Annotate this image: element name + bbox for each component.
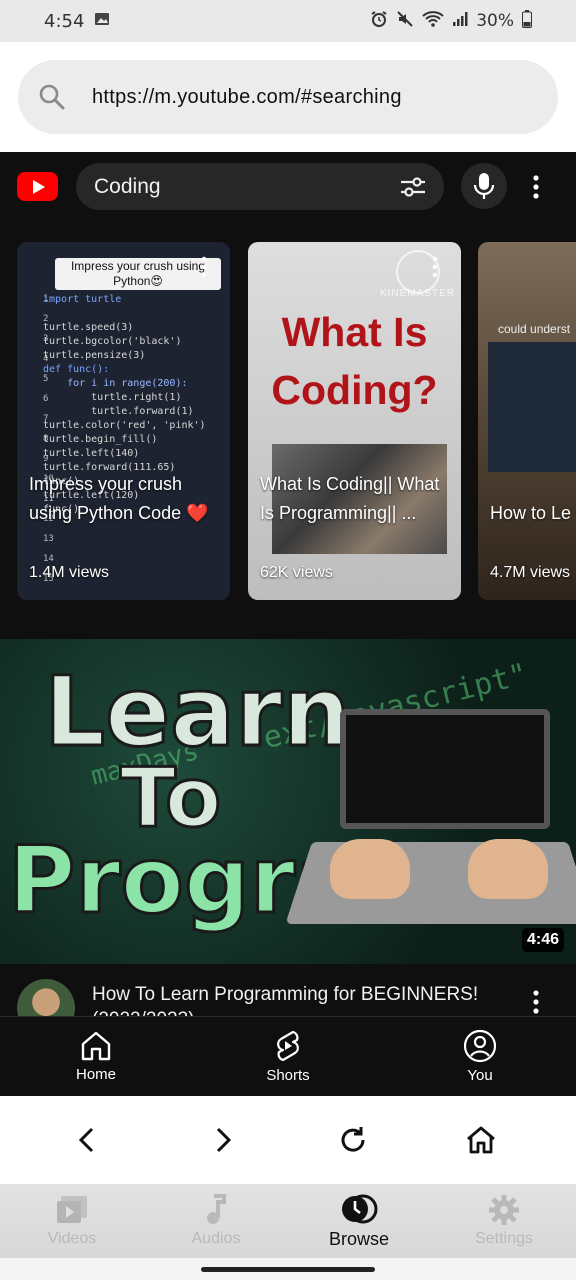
search-icon xyxy=(39,84,65,110)
wifi-icon xyxy=(422,10,444,33)
gallery-icon xyxy=(94,11,110,32)
code-line: turtle.bgcolor('black') xyxy=(43,336,182,347)
chevron-left-icon xyxy=(78,1127,94,1153)
reload-button[interactable] xyxy=(331,1118,375,1162)
laptop-illustration xyxy=(340,709,550,829)
short-title: What Is Coding|| What Is Programming|| .… xyxy=(260,474,440,523)
tab-label: Settings xyxy=(475,1230,533,1247)
code-line: turtle.speed(3) xyxy=(43,322,134,333)
short-thumbnail: 1 2 3 4 5 6 7 8 9 10 11 12 13 14 15 import turtle turt… xyxy=(43,294,206,584)
battery-icon xyxy=(522,9,532,33)
account-icon xyxy=(463,1029,497,1063)
tab-audios[interactable]: Audios xyxy=(176,1184,256,1258)
code-line: for i in range(200): xyxy=(43,378,188,389)
nav-label: Shorts xyxy=(266,1067,310,1084)
browser-nav-bar xyxy=(0,1096,576,1184)
video-meta: How To Learn Programming for BEGINNERS! … xyxy=(0,964,576,1016)
youtube-logo-icon[interactable] xyxy=(17,172,58,201)
short-overlay-caption: Impress your crush using Python😍 xyxy=(55,258,221,290)
tab-videos[interactable]: Videos xyxy=(32,1184,112,1258)
shorts-icon xyxy=(277,1030,299,1062)
home-icon xyxy=(467,1126,495,1154)
tab-label: Browse xyxy=(328,1228,390,1249)
watermark: KINEMASTER xyxy=(380,288,456,299)
browser-home-button[interactable] xyxy=(459,1118,503,1162)
more-vert-icon[interactable] xyxy=(431,256,439,283)
filter-icon[interactable] xyxy=(398,172,428,207)
refresh-icon xyxy=(341,1127,365,1152)
back-button[interactable] xyxy=(65,1118,109,1162)
mute-icon xyxy=(396,10,414,33)
video-title[interactable]: How To Learn Programming for BEGINNERS! … xyxy=(92,982,512,1016)
tab-browse[interactable]: Browse xyxy=(313,1184,405,1258)
browse-history-icon xyxy=(342,1194,378,1223)
signal-icon xyxy=(452,11,468,32)
nav-label: You xyxy=(467,1067,493,1084)
url-text: https://m.youtube.com/#searching xyxy=(92,85,402,108)
short-card[interactable]: could underst How to Le Code 4.7M views xyxy=(478,242,576,600)
code-line: turtle.begin_fill() xyxy=(43,434,158,445)
status-bar: 4:54 30% xyxy=(0,0,576,42)
code-line: def func(): xyxy=(43,364,110,375)
short-views: 1.4M views xyxy=(29,564,110,581)
tab-label: Audios xyxy=(191,1230,241,1247)
chevron-right-icon xyxy=(216,1127,232,1153)
nav-home[interactable]: Home xyxy=(0,1017,192,1096)
youtube-bottom-nav: Home Shorts You xyxy=(0,1016,576,1096)
video-duration: 4:46 xyxy=(521,928,564,952)
youtube-search-query: Coding xyxy=(94,175,161,198)
more-vert-icon[interactable] xyxy=(200,256,208,283)
code-line: turtle.right(1) xyxy=(43,392,182,403)
short-thumbnail xyxy=(488,342,576,472)
music-note-icon xyxy=(207,1194,226,1224)
more-vert-icon[interactable] xyxy=(531,174,541,205)
short-card[interactable]: 1 2 3 4 5 6 7 8 9 10 11 12 13 14 15 import turtle turt… xyxy=(17,242,230,600)
video-thumbnail[interactable]: ext/javascript" maxDays Learn To Program… xyxy=(0,639,576,964)
short-thumb-text: What Is xyxy=(281,309,428,355)
code-line: turtle.left(140) xyxy=(43,448,140,459)
code-line: turtle.color('red', 'pink') xyxy=(43,420,206,431)
short-thumb-text: could underst xyxy=(498,322,571,336)
gesture-handle[interactable] xyxy=(0,1258,576,1280)
more-vert-icon[interactable] xyxy=(531,989,541,1016)
youtube-page: Coding 1 2 3 4 5 6 7 8 9 10 11 12 13 14 15 import turt… xyxy=(0,152,576,1016)
app-bottom-tabs: Videos Audios Browse Settings xyxy=(0,1184,576,1258)
url-bar[interactable]: https://m.youtube.com/#searching xyxy=(18,60,558,134)
forward-button[interactable] xyxy=(201,1118,245,1162)
short-thumb-text: Coding? xyxy=(271,367,438,413)
code-line: turtle.pensize(3) xyxy=(43,350,146,361)
shorts-shelf: 1 2 3 4 5 6 7 8 9 10 11 12 13 14 15 import turtle turt… xyxy=(0,242,576,600)
tab-label: Videos xyxy=(47,1230,97,1247)
browser-toolbar: https://m.youtube.com/#searching xyxy=(0,42,576,152)
short-card[interactable]: KINEMASTER What Is Coding? What Is Codin… xyxy=(248,242,461,600)
status-time: 4:54 xyxy=(44,10,85,32)
short-title: How to Le Code xyxy=(490,503,576,523)
hand-illustration xyxy=(468,839,548,899)
youtube-search-box[interactable]: Coding xyxy=(76,163,444,210)
channel-avatar[interactable] xyxy=(17,979,75,1016)
hand-illustration xyxy=(330,839,410,899)
code-line: turtle.forward(1) xyxy=(43,406,194,417)
voice-search-button[interactable] xyxy=(461,163,507,209)
youtube-header: Coding xyxy=(0,152,576,222)
nav-you[interactable]: You xyxy=(384,1017,576,1096)
short-views: 62K views xyxy=(260,564,333,581)
video-library-icon xyxy=(57,1196,87,1223)
home-icon xyxy=(81,1031,111,1061)
short-title: Impress your crush using Python Code ❤️ xyxy=(29,474,209,523)
tab-settings[interactable]: Settings xyxy=(464,1184,544,1258)
nav-shorts[interactable]: Shorts xyxy=(192,1017,384,1096)
code-line: import turtle xyxy=(43,294,122,305)
short-views: 4.7M views xyxy=(490,564,571,581)
nav-label: Home xyxy=(75,1066,116,1083)
battery-percent: 30% xyxy=(476,11,514,31)
microphone-icon xyxy=(473,173,495,199)
gear-icon xyxy=(489,1195,519,1225)
alarm-icon xyxy=(370,10,388,33)
